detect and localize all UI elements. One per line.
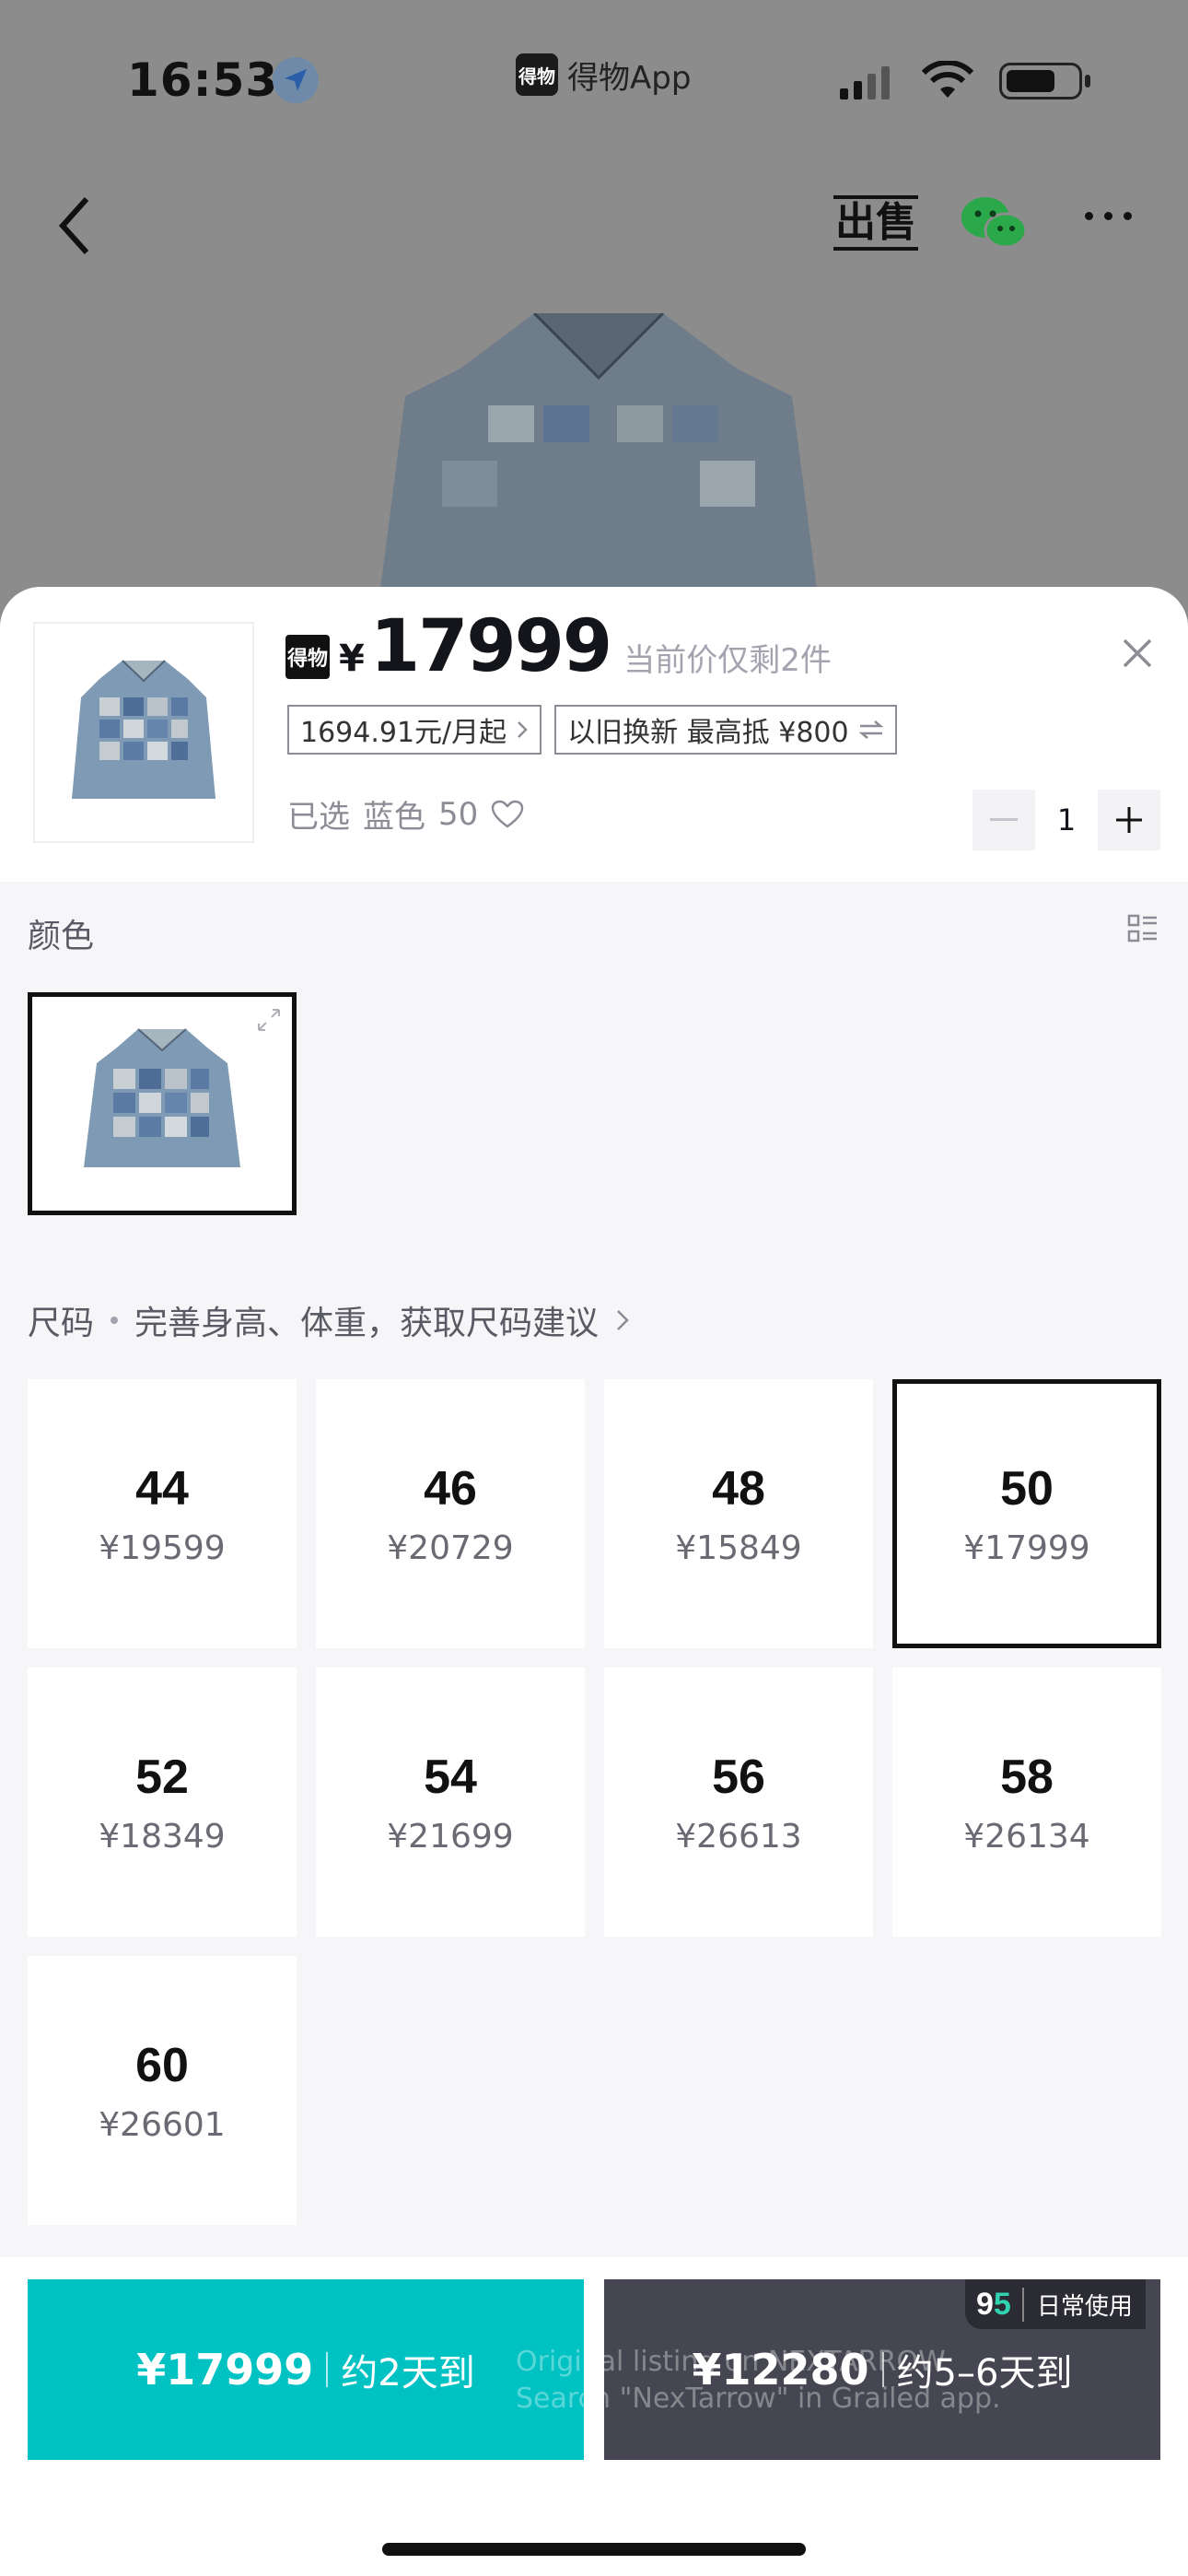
size-number: 54 <box>424 1750 477 1804</box>
app-indicator: 得物 得物App <box>516 52 691 98</box>
app-name: 得物App <box>567 59 692 97</box>
app-logo-icon: 得物 <box>516 53 558 96</box>
size-option-52[interactable]: 52 ¥18349 <box>28 1668 297 1937</box>
list-view-icon[interactable] <box>1127 913 1159 944</box>
battery-icon <box>999 63 1090 100</box>
promo-tags: 1694.91元/月起 以旧换新 最高抵 ¥800 <box>287 705 897 755</box>
close-icon[interactable] <box>1119 635 1156 672</box>
status-bar: 16:53 得物 得物App <box>0 37 1188 120</box>
size-number: 58 <box>1000 1750 1054 1804</box>
size-section-header: 尺码 完善身高、体重，获取尺码建议 <box>28 1296 630 1344</box>
wifi-icon <box>921 61 974 98</box>
size-price: ¥17999 <box>963 1528 1090 1567</box>
fast-delivery-buy-button[interactable]: ¥17999 约2天到 <box>28 2279 584 2460</box>
stock-note: 当前价仅剩2件 <box>623 642 832 679</box>
color-section-label: 颜色 <box>28 918 95 955</box>
size-number: 60 <box>135 2038 189 2092</box>
size-price: ¥26134 <box>963 1817 1090 1856</box>
selected-summary: 已选 蓝色 50 <box>287 791 524 837</box>
home-indicator[interactable] <box>382 2543 806 2556</box>
size-price: ¥26601 <box>99 2105 226 2144</box>
trade-in-text: 以旧换新 最高抵 ¥800 <box>567 717 849 749</box>
location-arrow-icon <box>273 57 319 103</box>
product-thumbnail[interactable] <box>33 622 254 843</box>
size-option-56[interactable]: 56 ¥26613 <box>604 1668 873 1937</box>
selected-prefix: 已选 <box>287 799 350 836</box>
expand-icon[interactable] <box>255 1006 283 1034</box>
selected-color: 蓝色 <box>363 799 425 836</box>
current-price: 17999 <box>369 605 612 688</box>
size-number: 52 <box>135 1750 189 1804</box>
price-row: 得物 ¥ 17999 当前价仅剩2件 <box>285 605 832 697</box>
more-options-icon[interactable] <box>1085 212 1132 220</box>
size-option-54[interactable]: 54 ¥21699 <box>316 1668 585 1937</box>
cellular-signal-icon <box>840 64 890 100</box>
purchase-bar: ¥17999 约2天到 ¥12280 约5–6天到 95 日常使用 Origin… <box>0 2257 1188 2576</box>
selected-size: 50 <box>438 795 479 833</box>
background-page: 16:53 得物 得物App 出售 <box>0 0 1188 645</box>
color-option-blue[interactable] <box>28 992 297 1215</box>
installment-text: 1694.91元/月起 <box>300 717 507 749</box>
exchange-arrows-icon <box>858 720 884 739</box>
plus-icon <box>1116 807 1142 833</box>
watermark-text: Original listing on NEXTARROW Search "Ne… <box>516 2346 1001 2415</box>
dewu-logo-icon: 得物 <box>285 635 330 679</box>
size-price: ¥19599 <box>99 1528 226 1567</box>
size-price: ¥18349 <box>99 1817 226 1856</box>
fast-price: ¥17999 <box>136 2345 314 2395</box>
condition-label: 日常使用 <box>1021 2287 1146 2322</box>
size-number: 44 <box>135 1461 189 1516</box>
decrease-quantity-button[interactable] <box>973 790 1035 850</box>
size-price: ¥15849 <box>675 1528 802 1567</box>
fast-delivery-time: 约2天到 <box>341 2352 475 2395</box>
installment-tag[interactable]: 1694.91元/月起 <box>287 705 542 755</box>
size-option-44[interactable]: 44 ¥19599 <box>28 1379 297 1648</box>
currency-symbol: ¥ <box>339 638 365 680</box>
back-arrow-icon[interactable] <box>55 193 92 258</box>
separator-dot <box>111 1317 119 1324</box>
size-advice-link[interactable]: 完善身高、体重，获取尺码建议 <box>134 1296 599 1344</box>
sell-icon[interactable]: 出售 <box>833 195 918 251</box>
wechat-share-icon[interactable] <box>958 192 1031 256</box>
size-option-50[interactable]: 50 ¥17999 <box>892 1379 1161 1648</box>
heart-icon[interactable] <box>491 800 524 829</box>
divider <box>326 2352 329 2387</box>
condition-badge: 95 日常使用 <box>965 2279 1146 2329</box>
quantity-stepper: 1 <box>973 790 1160 850</box>
size-option-48[interactable]: 48 ¥15849 <box>604 1379 873 1648</box>
trade-in-tag[interactable]: 以旧换新 最高抵 ¥800 <box>554 705 897 755</box>
size-section-label: 尺码 <box>28 1305 95 1342</box>
quantity-value: 1 <box>1056 802 1077 837</box>
size-number: 46 <box>424 1461 477 1516</box>
condition-score: 95 <box>976 2286 1011 2322</box>
size-price: ¥21699 <box>387 1817 514 1856</box>
size-number: 48 <box>712 1461 765 1516</box>
size-option-58[interactable]: 58 ¥26134 <box>892 1668 1161 1937</box>
status-time: 16:53 <box>127 53 279 107</box>
size-price: ¥20729 <box>387 1528 514 1567</box>
minus-icon <box>990 818 1018 821</box>
size-number: 56 <box>712 1750 765 1804</box>
chevron-right-icon <box>617 1310 629 1330</box>
size-option-60[interactable]: 60 ¥26601 <box>28 1956 297 2225</box>
top-nav: 出售 <box>0 184 1188 267</box>
size-number: 50 <box>1000 1461 1054 1516</box>
size-price: ¥26613 <box>675 1817 802 1856</box>
chevron-right-icon <box>518 721 528 738</box>
increase-quantity-button[interactable] <box>1098 790 1160 850</box>
size-option-46[interactable]: 46 ¥20729 <box>316 1379 585 1648</box>
sheet-header: 得物 ¥ 17999 当前价仅剩2件 1694.91元/月起 以旧换新 最高抵 … <box>0 587 1188 882</box>
